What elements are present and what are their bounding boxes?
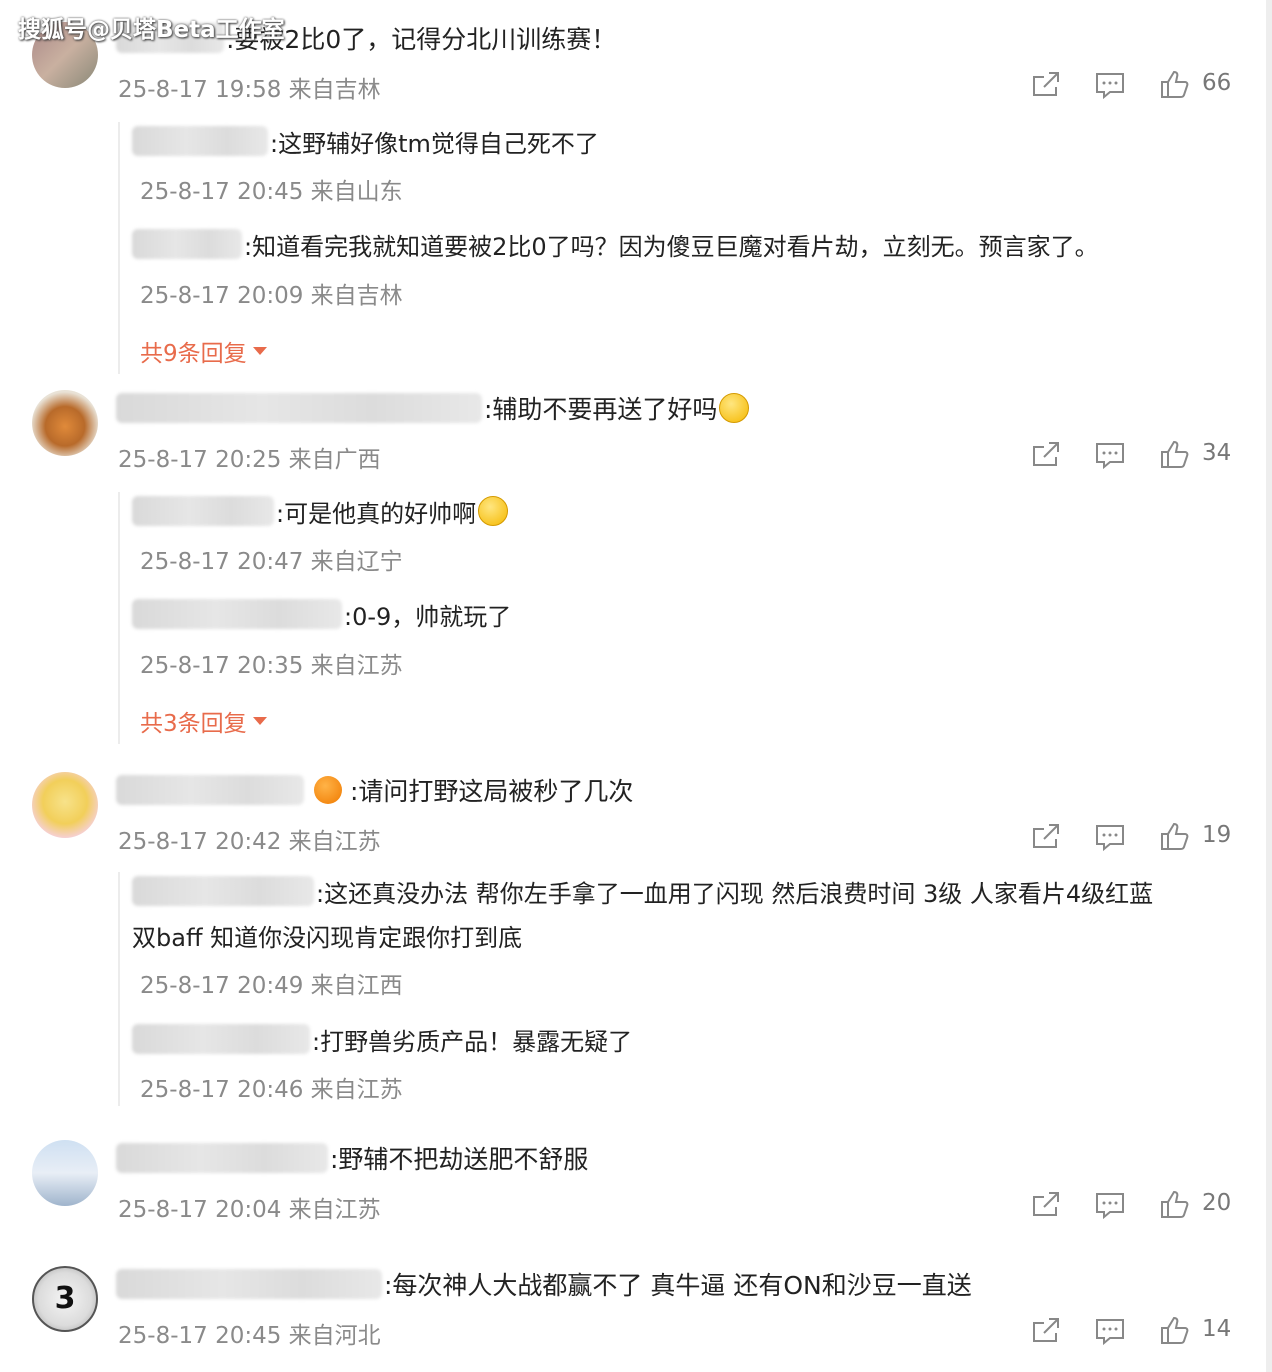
thumbs-up-icon[interactable]: [1158, 1189, 1190, 1221]
scrollbar-track[interactable]: [1266, 0, 1272, 1372]
comment-meta: 25-8-17 19:58 来自吉林: [118, 77, 381, 103]
more-replies-link[interactable]: 共9条回复: [140, 334, 267, 368]
share-icon[interactable]: [1030, 1315, 1062, 1347]
avatar[interactable]: [32, 1140, 98, 1206]
username[interactable]: [132, 126, 268, 156]
username[interactable]: [132, 1024, 310, 1054]
share-icon[interactable]: [1030, 69, 1062, 101]
comment-icon[interactable]: [1094, 69, 1126, 101]
share-icon[interactable]: [1030, 821, 1062, 853]
more-replies-label: 共9条回复: [140, 341, 247, 367]
username[interactable]: [116, 775, 304, 805]
more-replies-label: 共3条回复: [140, 711, 247, 737]
chevron-down-icon: [252, 347, 267, 355]
like-count: 34: [1202, 440, 1232, 466]
like-count: 66: [1202, 70, 1232, 96]
reply-list: :这还真没办法 帮你左手拿了一血用了闪现 然后浪费时间 3级 人家看片4级红蓝 …: [118, 872, 1230, 1106]
comment-meta: 25-8-17 20:42 来自江苏: [118, 829, 381, 855]
like-count: 14: [1202, 1316, 1232, 1342]
chevron-down-icon: [252, 717, 267, 725]
comment-icon[interactable]: [1094, 1189, 1126, 1221]
reply-content: :这还真没办法 帮你左手拿了一血用了闪现 然后浪费时间 3级 人家看片4级红蓝: [132, 874, 1153, 908]
reply-list: :这野辅好像tm觉得自己死不了 25-8-17 20:45 来自山东 :知道看完…: [118, 122, 1230, 374]
username[interactable]: [132, 229, 242, 259]
reply-meta: 25-8-17 20:09 来自吉林: [140, 283, 403, 309]
emoji-icon: [478, 496, 509, 526]
reply-text: :知道看完我就知道要被2比0了吗？因为傻豆巨魔对看片劫，立刻无。预言家了。: [244, 232, 1099, 261]
reply-text: :这还真没办法 帮你左手拿了一血用了闪现 然后浪费时间 3级 人家看片4级红蓝: [316, 879, 1154, 908]
comment-text: :野辅不把劫送肥不舒服: [330, 1145, 589, 1174]
avatar[interactable]: 3: [32, 1266, 98, 1332]
thumbs-up-icon[interactable]: [1158, 439, 1190, 471]
reply-meta: 25-8-17 20:46 来自江苏: [140, 1077, 403, 1103]
username[interactable]: [132, 496, 274, 526]
watermark: 搜狐号@贝塔Beta工作室: [18, 17, 285, 43]
comment-content: :每次神人大战都赢不了 真牛逼 还有ON和沙豆一直送: [116, 1266, 972, 1302]
comment-text: :每次神人大战都赢不了 真牛逼 还有ON和沙豆一直送: [384, 1271, 972, 1300]
comment-meta: 25-8-17 20:45 来自河北: [118, 1323, 381, 1349]
avatar[interactable]: [32, 390, 98, 456]
reply-meta: 25-8-17 20:45 来自山东: [140, 179, 403, 205]
reply-content: :可是他真的好帅啊: [132, 494, 509, 528]
comment-content: :请问打野这局被秒了几次: [116, 772, 633, 808]
reply-list: :可是他真的好帅啊 25-8-17 20:47 来自辽宁 :0-9，帅就玩了 2…: [118, 492, 1230, 744]
comment-content: :辅助不要再送了好吗: [116, 390, 750, 426]
share-icon[interactable]: [1030, 1189, 1062, 1221]
emoji-icon: [719, 393, 750, 423]
like-count: 19: [1202, 822, 1232, 848]
thumbs-up-icon[interactable]: [1158, 821, 1190, 853]
comment-meta: 25-8-17 20:04 来自江苏: [118, 1197, 381, 1223]
username[interactable]: [116, 1143, 328, 1173]
badge-icon: [314, 776, 342, 804]
username[interactable]: [116, 393, 482, 423]
action-bar: 34: [1030, 438, 1232, 472]
reply-content-continued: 双baff 知道你没闪现肯定跟你打到底: [132, 918, 522, 952]
avatar[interactable]: [32, 772, 98, 838]
comment-icon[interactable]: [1094, 821, 1126, 853]
action-bar: 19: [1030, 820, 1232, 854]
comment-meta: 25-8-17 20:25 来自广西: [118, 447, 381, 473]
reply-content: :打野兽劣质产品！暴露无疑了: [132, 1022, 632, 1056]
comment-icon[interactable]: [1094, 1315, 1126, 1347]
thumbs-up-icon[interactable]: [1158, 1315, 1190, 1347]
action-bar: 66: [1030, 68, 1232, 102]
action-bar: 14: [1030, 1314, 1232, 1348]
comment-text: :辅助不要再送了好吗: [484, 395, 718, 424]
username[interactable]: [132, 876, 314, 906]
share-icon[interactable]: [1030, 439, 1062, 471]
reply-text: 双baff 知道你没闪现肯定跟你打到底: [132, 923, 523, 952]
action-bar: 20: [1030, 1188, 1232, 1222]
reply-content: :这野辅好像tm觉得自己死不了: [132, 124, 599, 158]
avatar-text: 3: [54, 1281, 76, 1316]
reply-text: :打野兽劣质产品！暴露无疑了: [312, 1027, 633, 1056]
username[interactable]: [116, 1269, 382, 1299]
more-replies-link[interactable]: 共3条回复: [140, 704, 267, 738]
thumbs-up-icon[interactable]: [1158, 69, 1190, 101]
reply-content: :0-9，帅就玩了: [132, 597, 511, 631]
like-count: 20: [1202, 1190, 1232, 1216]
reply-meta: 25-8-17 20:47 来自辽宁: [140, 549, 403, 575]
reply-text: :可是他真的好帅啊: [276, 499, 477, 528]
reply-meta: 25-8-17 20:49 来自江西: [140, 973, 403, 999]
comment-icon[interactable]: [1094, 439, 1126, 471]
reply-text: :0-9，帅就玩了: [344, 602, 512, 631]
reply-meta: 25-8-17 20:35 来自江苏: [140, 653, 403, 679]
reply-content: :知道看完我就知道要被2比0了吗？因为傻豆巨魔对看片劫，立刻无。预言家了。: [132, 227, 1099, 261]
comment-text: :请问打野这局被秒了几次: [350, 777, 634, 806]
reply-text: :这野辅好像tm觉得自己死不了: [270, 129, 599, 158]
comment-content: :野辅不把劫送肥不舒服: [116, 1140, 588, 1176]
username[interactable]: [132, 599, 342, 629]
